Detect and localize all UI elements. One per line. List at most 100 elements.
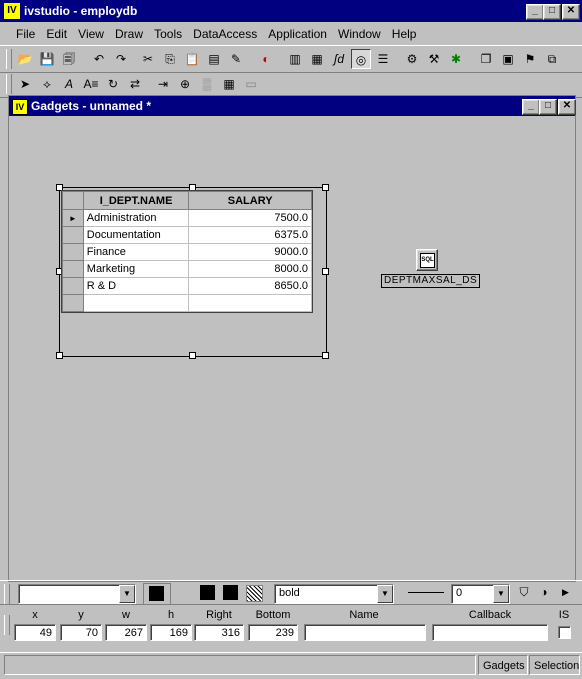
toolbar-grip[interactable] [4, 584, 10, 604]
font-weight-combo[interactable]: bold ▼ [274, 584, 394, 604]
column-header-name[interactable]: I_DEPT.NAME [82, 191, 190, 210]
rotate-icon[interactable]: ↻ [103, 74, 123, 94]
table-row[interactable]: R & D 8650.0 [62, 277, 312, 295]
align-icon[interactable]: ▥ [285, 49, 305, 69]
grid-align-icon[interactable]: ▒ [197, 74, 217, 94]
column-header-salary[interactable]: SALARY [188, 191, 312, 210]
maximize-button[interactable]: □ [543, 4, 561, 20]
text-tool-icon[interactable]: A [59, 74, 79, 94]
minimize-button[interactable]: _ [526, 4, 544, 20]
cell-name[interactable]: R & D [82, 277, 190, 295]
background-color-swatch[interactable] [223, 585, 238, 600]
menu-edit[interactable]: Edit [42, 24, 71, 41]
script-icon[interactable]: ʃd [329, 49, 349, 69]
callback-field[interactable] [432, 624, 548, 641]
panel-icon[interactable]: ❐ [476, 49, 496, 69]
bug-icon[interactable]: ✱ [446, 49, 466, 69]
tab-order-icon[interactable]: ⇥ [153, 74, 173, 94]
font-family-combo[interactable]: ▼ [18, 584, 136, 604]
selection-handle[interactable] [56, 352, 63, 359]
pattern-swatch[interactable] [246, 585, 263, 602]
paste-special-icon[interactable]: ▤ [204, 49, 224, 69]
menu-help[interactable]: Help [388, 24, 421, 41]
datasource-label[interactable]: DEPTMAXSAL_DS [381, 274, 481, 288]
menu-tools[interactable]: Tools [150, 24, 186, 41]
cell-salary[interactable]: 8650.0 [188, 277, 312, 295]
test-mode-icon[interactable]: ◐ [256, 49, 276, 69]
bottom-field[interactable]: 239 [248, 624, 298, 641]
y-field[interactable]: 70 [60, 624, 102, 641]
menu-window[interactable]: Window [334, 24, 385, 41]
child-window-icon[interactable]: IV [12, 99, 28, 115]
redo-icon[interactable]: ↷ [111, 49, 131, 69]
menu-view[interactable]: View [74, 24, 108, 41]
cell-name[interactable]: Marketing [82, 260, 190, 278]
undo-icon[interactable]: ↶ [89, 49, 109, 69]
chevron-down-icon[interactable]: ▼ [119, 585, 135, 603]
selection-handle[interactable] [322, 352, 329, 359]
cell-salary[interactable]: 8000.0 [188, 260, 312, 278]
toolbar-scroll-right-icon[interactable]: ▶ [562, 587, 569, 598]
inspector-icon[interactable]: ◎ [351, 49, 371, 69]
table-row[interactable]: ► Administration 7500.0 [62, 209, 312, 227]
menu-file[interactable]: File [12, 24, 39, 41]
open-icon[interactable]: 📂 [15, 49, 35, 69]
table-row[interactable] [62, 294, 312, 312]
close-button[interactable]: ✕ [562, 4, 580, 20]
save-icon[interactable]: 💾 [37, 49, 57, 69]
chevron-down-icon[interactable]: ▼ [493, 585, 509, 603]
name-field[interactable] [304, 624, 426, 641]
table-icon[interactable]: ▦ [219, 74, 239, 94]
x-field[interactable]: 49 [14, 624, 56, 641]
select-arrow-icon[interactable]: ➤ [15, 74, 35, 94]
cell-salary-empty[interactable] [188, 294, 312, 312]
fill-color-swatch[interactable] [200, 585, 215, 600]
grid-toggle-icon[interactable]: ▭ [241, 74, 261, 94]
copy-icon[interactable]: ⎘ [160, 49, 180, 69]
outline-icon[interactable]: ☰ [373, 49, 393, 69]
table-row[interactable]: Finance 9000.0 [62, 243, 312, 261]
attach-icon[interactable]: ⊕ [175, 74, 195, 94]
selection-handle[interactable] [322, 268, 329, 275]
current-row-indicator[interactable]: ► [62, 209, 84, 227]
paste-icon[interactable]: 📋 [182, 49, 202, 69]
link-icon[interactable]: ⇄ [125, 74, 145, 94]
child-maximize-button[interactable]: □ [539, 99, 557, 115]
query-icon[interactable]: ⚒ [424, 49, 444, 69]
generate-icon[interactable]: ⧉ [542, 49, 562, 69]
classes-icon[interactable]: ⚑ [520, 49, 540, 69]
h-field[interactable]: 169 [150, 624, 192, 641]
eraser-icon[interactable]: ✎ [226, 49, 246, 69]
child-minimize-button[interactable]: _ [522, 99, 540, 115]
cell-name[interactable]: Documentation [82, 226, 190, 244]
line-end-icon[interactable]: ⛉ [514, 582, 534, 602]
menu-application[interactable]: Application [264, 24, 331, 41]
cell-salary[interactable]: 7500.0 [188, 209, 312, 227]
sql-datasource-icon[interactable]: SQL [416, 249, 438, 271]
save-all-icon[interactable]: 🗐 [59, 49, 79, 69]
chevron-down-icon[interactable]: ▼ [377, 585, 393, 603]
selection-handle[interactable] [322, 184, 329, 191]
font-tool-icon[interactable]: A≡ [81, 74, 101, 94]
design-canvas[interactable]: I_DEPT.NAME SALARY ► Administration 7500… [9, 116, 575, 581]
polyline-icon[interactable]: ⟡ [37, 74, 57, 94]
toolbar-grip[interactable] [6, 74, 12, 94]
row-header[interactable] [62, 294, 84, 312]
cell-name-empty[interactable] [82, 294, 190, 312]
row-header[interactable] [62, 260, 84, 278]
row-header[interactable] [62, 226, 84, 244]
cell-name[interactable]: Finance [82, 243, 190, 261]
line-width-combo[interactable]: 0 ▼ [451, 584, 510, 604]
cell-salary[interactable]: 9000.0 [188, 243, 312, 261]
is-checkbox[interactable] [558, 626, 571, 639]
cell-salary[interactable]: 6375.0 [188, 226, 312, 244]
grid-view-icon[interactable]: ▣ [498, 49, 518, 69]
cell-name[interactable]: Administration [82, 209, 190, 227]
menu-dataaccess[interactable]: DataAccess [189, 24, 261, 41]
cut-icon[interactable]: ✂ [138, 49, 158, 69]
menu-draw[interactable]: Draw [111, 24, 147, 41]
right-field[interactable]: 316 [194, 624, 244, 641]
row-header[interactable] [62, 243, 84, 261]
app-icon[interactable]: IV [4, 3, 20, 19]
properties-icon[interactable]: ▦ [307, 49, 327, 69]
